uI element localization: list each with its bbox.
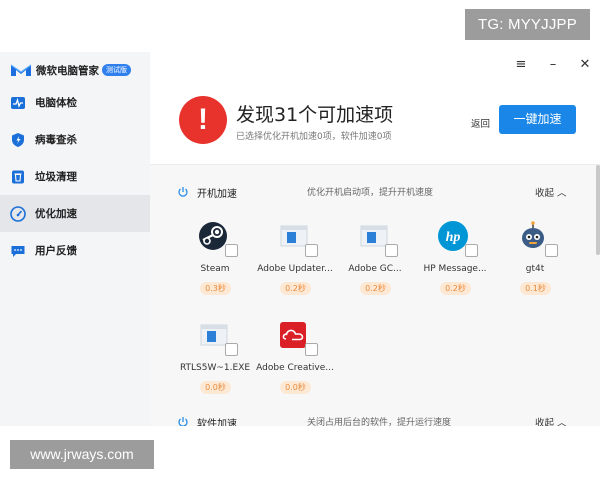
section-title: 开机加速 [197,189,237,200]
shield-icon [12,132,24,147]
app-name: RTLS5W~1.EXE [179,363,251,373]
startup-app-card: Steam 0.3秒 [175,220,255,310]
brand: 微软电脑管家 测试版 [10,61,131,79]
app-name: gt4t [525,264,545,274]
menu-button[interactable]: ≡ [512,56,530,74]
sidebar-item-label: 病毒查杀 [35,134,77,146]
startup-section-header: 开机加速 优化开机启动项，提升开机速度 收起 ︿ [177,183,577,201]
app-time-badge: 0.2秒 [440,282,471,295]
app-time-badge: 0.3秒 [200,282,231,295]
app-time-badge: 0.2秒 [280,282,311,295]
startup-app-card: Adobe Updater... 0.2秒 [255,220,335,310]
app-name: Adobe GC... [348,264,402,274]
app-time-badge: 0.0秒 [280,381,311,394]
close-button[interactable]: ✕ [576,56,594,74]
sidebar: 微软电脑管家 测试版 电脑体检 病毒查杀 垃圾清理 优化加速 用户反馈 [0,52,150,426]
window-controls: ≡ – ✕ [512,56,594,74]
beta-badge: 测试版 [102,64,131,76]
app-checkbox[interactable] [465,244,478,257]
main-content: ≡ – ✕ ! 发现31个可加速项 已选择优化开机加速0项，软件加速0项 返回 … [150,52,600,426]
pulse-icon [11,96,25,109]
sidebar-item-label: 优化加速 [35,208,77,220]
section-description: 优化开机启动项，提升开机速度 [307,188,434,198]
scrollbar[interactable] [596,165,600,255]
app-checkbox[interactable] [225,343,238,356]
sidebar-item-feedback[interactable]: 用户反馈 [0,232,150,269]
sidebar-item-label: 垃圾清理 [35,171,77,183]
startup-app-card: hp HP Message... 0.2秒 [415,220,495,310]
sidebar-item-label: 用户反馈 [35,245,77,257]
app-time-badge: 0.1秒 [520,282,551,295]
scan-headline: 发现31个可加速项 [236,104,394,126]
sidebar-item-virus-scan[interactable]: 病毒查杀 [0,121,150,158]
minimize-button[interactable]: – [544,56,562,74]
watermark-tg: TG: MYYJJPP [465,9,590,40]
startup-app-card: RTLS5W~1.EXE 0.0秒 [175,319,255,409]
app-checkbox[interactable] [545,244,558,257]
sidebar-item-label: 电脑体检 [35,97,77,109]
collapse-toggle[interactable]: 收起 ︿ [535,415,567,426]
brand-name: 微软电脑管家 [36,64,99,77]
brand-logo-icon [10,64,32,76]
app-name: HP Message... [423,264,487,274]
app-checkbox[interactable] [385,244,398,257]
sidebar-item-optimize[interactable]: 优化加速 [0,195,150,232]
startup-app-card: Adobe GC... 0.2秒 [335,220,415,310]
app-window: 微软电脑管家 测试版 电脑体检 病毒查杀 垃圾清理 优化加速 用户反馈 ≡ – … [0,52,600,426]
software-section-header: 软件加速 关闭占用后台的软件，提升运行速度 收起 ︿ [177,413,577,426]
section-title: 软件加速 [197,419,237,426]
startup-app-card: gt4t 0.1秒 [495,220,575,310]
app-checkbox[interactable] [225,244,238,257]
results-panel: 开机加速 优化开机启动项，提升开机速度 收起 ︿ Steam 0.3秒 Adob… [150,165,600,426]
app-checkbox[interactable] [305,244,318,257]
section-description: 关闭占用后台的软件，提升运行速度 [307,418,452,426]
sidebar-nav: 电脑体检 病毒查杀 垃圾清理 优化加速 用户反馈 [0,84,150,269]
startup-app-card: Adobe Creative... 0.0秒 [255,319,335,409]
watermark-site: www.jrways.com [10,440,154,469]
app-name: Steam [200,264,230,274]
back-link[interactable]: 返回 [471,116,490,130]
power-icon [178,187,188,197]
app-time-badge: 0.2秒 [360,282,391,295]
sidebar-item-cleanup[interactable]: 垃圾清理 [0,158,150,195]
alert-icon: ! [179,96,227,144]
one-click-accelerate-button[interactable]: 一键加速 [499,105,576,134]
speedometer-icon [10,205,26,222]
power-icon [178,417,188,426]
sidebar-item-checkup[interactable]: 电脑体检 [0,84,150,121]
app-checkbox[interactable] [305,343,318,356]
app-name: Adobe Creative... [256,363,334,373]
chat-icon [11,245,25,257]
trash-icon [12,170,24,183]
collapse-toggle[interactable]: 收起 ︿ [535,185,567,199]
app-time-badge: 0.0秒 [200,381,231,394]
svg-text:hp: hp [446,230,461,245]
app-name: Adobe Updater... [257,264,333,274]
scan-subline: 已选择优化开机加速0项，软件加速0项 [236,132,392,142]
